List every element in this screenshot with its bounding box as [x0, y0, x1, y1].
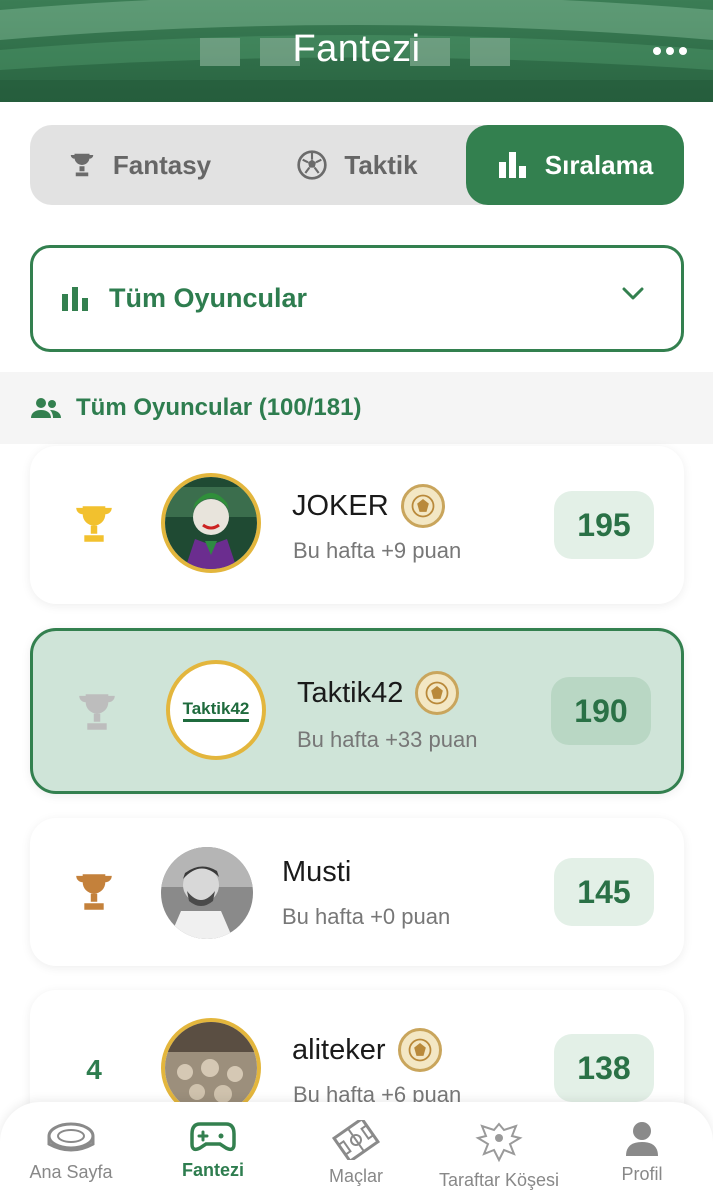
rank-number: 4	[86, 1054, 102, 1085]
bronze-trophy-icon	[74, 870, 114, 914]
total-points: 190	[551, 677, 651, 745]
weekly-points: Bu hafta +9 puan	[293, 538, 462, 563]
tab-taktik[interactable]: Taktik	[248, 125, 466, 205]
section-title: Tüm Oyuncular (100/181)	[76, 394, 362, 421]
nav-label: Fantezi	[181, 1160, 244, 1180]
dropdown-selected-label: Tüm Oyuncular	[109, 283, 308, 313]
tab-label: Fantasy	[112, 149, 212, 180]
avatar	[161, 473, 261, 573]
bar-chart-icon	[498, 152, 526, 178]
total-points: 138	[554, 1034, 654, 1102]
gamepad-icon	[190, 1122, 236, 1152]
leaderboard-row[interactable]: Musti Bu hafta +0 puan 145	[30, 818, 684, 966]
club-crest-icon	[400, 484, 445, 528]
more-dot-icon	[653, 47, 661, 55]
total-points: 195	[554, 491, 654, 559]
total-points: 145	[554, 858, 654, 926]
tab-fantasy[interactable]: Fantasy	[30, 125, 248, 205]
more-options-button[interactable]	[653, 36, 687, 66]
eagle-crest-icon	[475, 1122, 523, 1163]
header: Fantezi	[0, 0, 713, 102]
nav-profil[interactable]: Profil	[571, 1102, 713, 1200]
gold-trophy-icon	[74, 502, 114, 546]
nav-fantezi[interactable]: Fantezi	[142, 1102, 284, 1200]
more-dot-icon	[666, 47, 674, 55]
tab-label: Taktik	[344, 149, 418, 180]
chevron-down-icon	[622, 287, 644, 300]
soccer-ball-icon	[297, 150, 328, 180]
section-header: Tüm Oyuncular (100/181)	[0, 372, 713, 444]
nav-label: Profil	[621, 1164, 663, 1184]
player-name-row: Musti	[282, 856, 351, 889]
nav-taraftar-kosesi[interactable]: Taraftar Köşesi	[428, 1102, 570, 1200]
bottom-navigation: Ana Sayfa Fantezi Maçlar Taraftar Köşesi…	[0, 1102, 713, 1200]
avatar: Taktik42	[166, 660, 266, 760]
player-name: JOKER	[292, 489, 389, 522]
leaderboard-row-current-user[interactable]: Taktik42 Taktik42 Bu hafta +33 puan 190	[30, 628, 684, 794]
tab-siralama[interactable]: Sıralama	[466, 125, 684, 205]
bar-chart-icon	[62, 286, 88, 311]
nav-maclar[interactable]: Maçlar	[285, 1102, 427, 1200]
nav-label: Ana Sayfa	[29, 1162, 113, 1182]
club-crest-icon	[397, 1028, 442, 1072]
weekly-points: Bu hafta +33 puan	[297, 727, 478, 752]
stadium-icon	[47, 1122, 95, 1152]
club-crest-icon	[415, 671, 460, 715]
player-name-row: Taktik42	[297, 671, 460, 715]
player-name: Taktik42	[297, 676, 404, 709]
users-icon	[31, 398, 61, 418]
nav-label: Maçlar	[328, 1166, 383, 1186]
avatar-logo-text: Taktik42	[182, 699, 250, 722]
player-filter-dropdown[interactable]: Tüm Oyuncular	[30, 245, 684, 352]
page-title: Fantezi	[292, 28, 421, 70]
more-dot-icon	[679, 47, 687, 55]
player-name: Musti	[282, 856, 352, 888]
player-name-row: JOKER	[292, 484, 445, 528]
weekly-points: Bu hafta +0 puan	[282, 904, 451, 929]
leaderboard-row[interactable]: JOKER Bu hafta +9 puan 195	[30, 446, 684, 604]
pitch-icon	[331, 1120, 381, 1160]
tab-bar: Fantasy Taktik Sıralama	[30, 125, 684, 205]
person-icon	[626, 1122, 658, 1156]
tab-label: Sıralama	[544, 149, 654, 180]
app-root: Fantezi Fantasy Taktik Sıralama Tüm Oyun…	[0, 0, 713, 1200]
player-name-row: aliteker	[292, 1028, 442, 1072]
avatar	[161, 847, 253, 939]
player-name: aliteker	[292, 1033, 386, 1066]
trophy-icon	[70, 153, 94, 177]
silver-trophy-icon	[77, 690, 117, 734]
nav-label: Taraftar Köşesi	[438, 1170, 560, 1190]
nav-ana-sayfa[interactable]: Ana Sayfa	[0, 1102, 142, 1200]
